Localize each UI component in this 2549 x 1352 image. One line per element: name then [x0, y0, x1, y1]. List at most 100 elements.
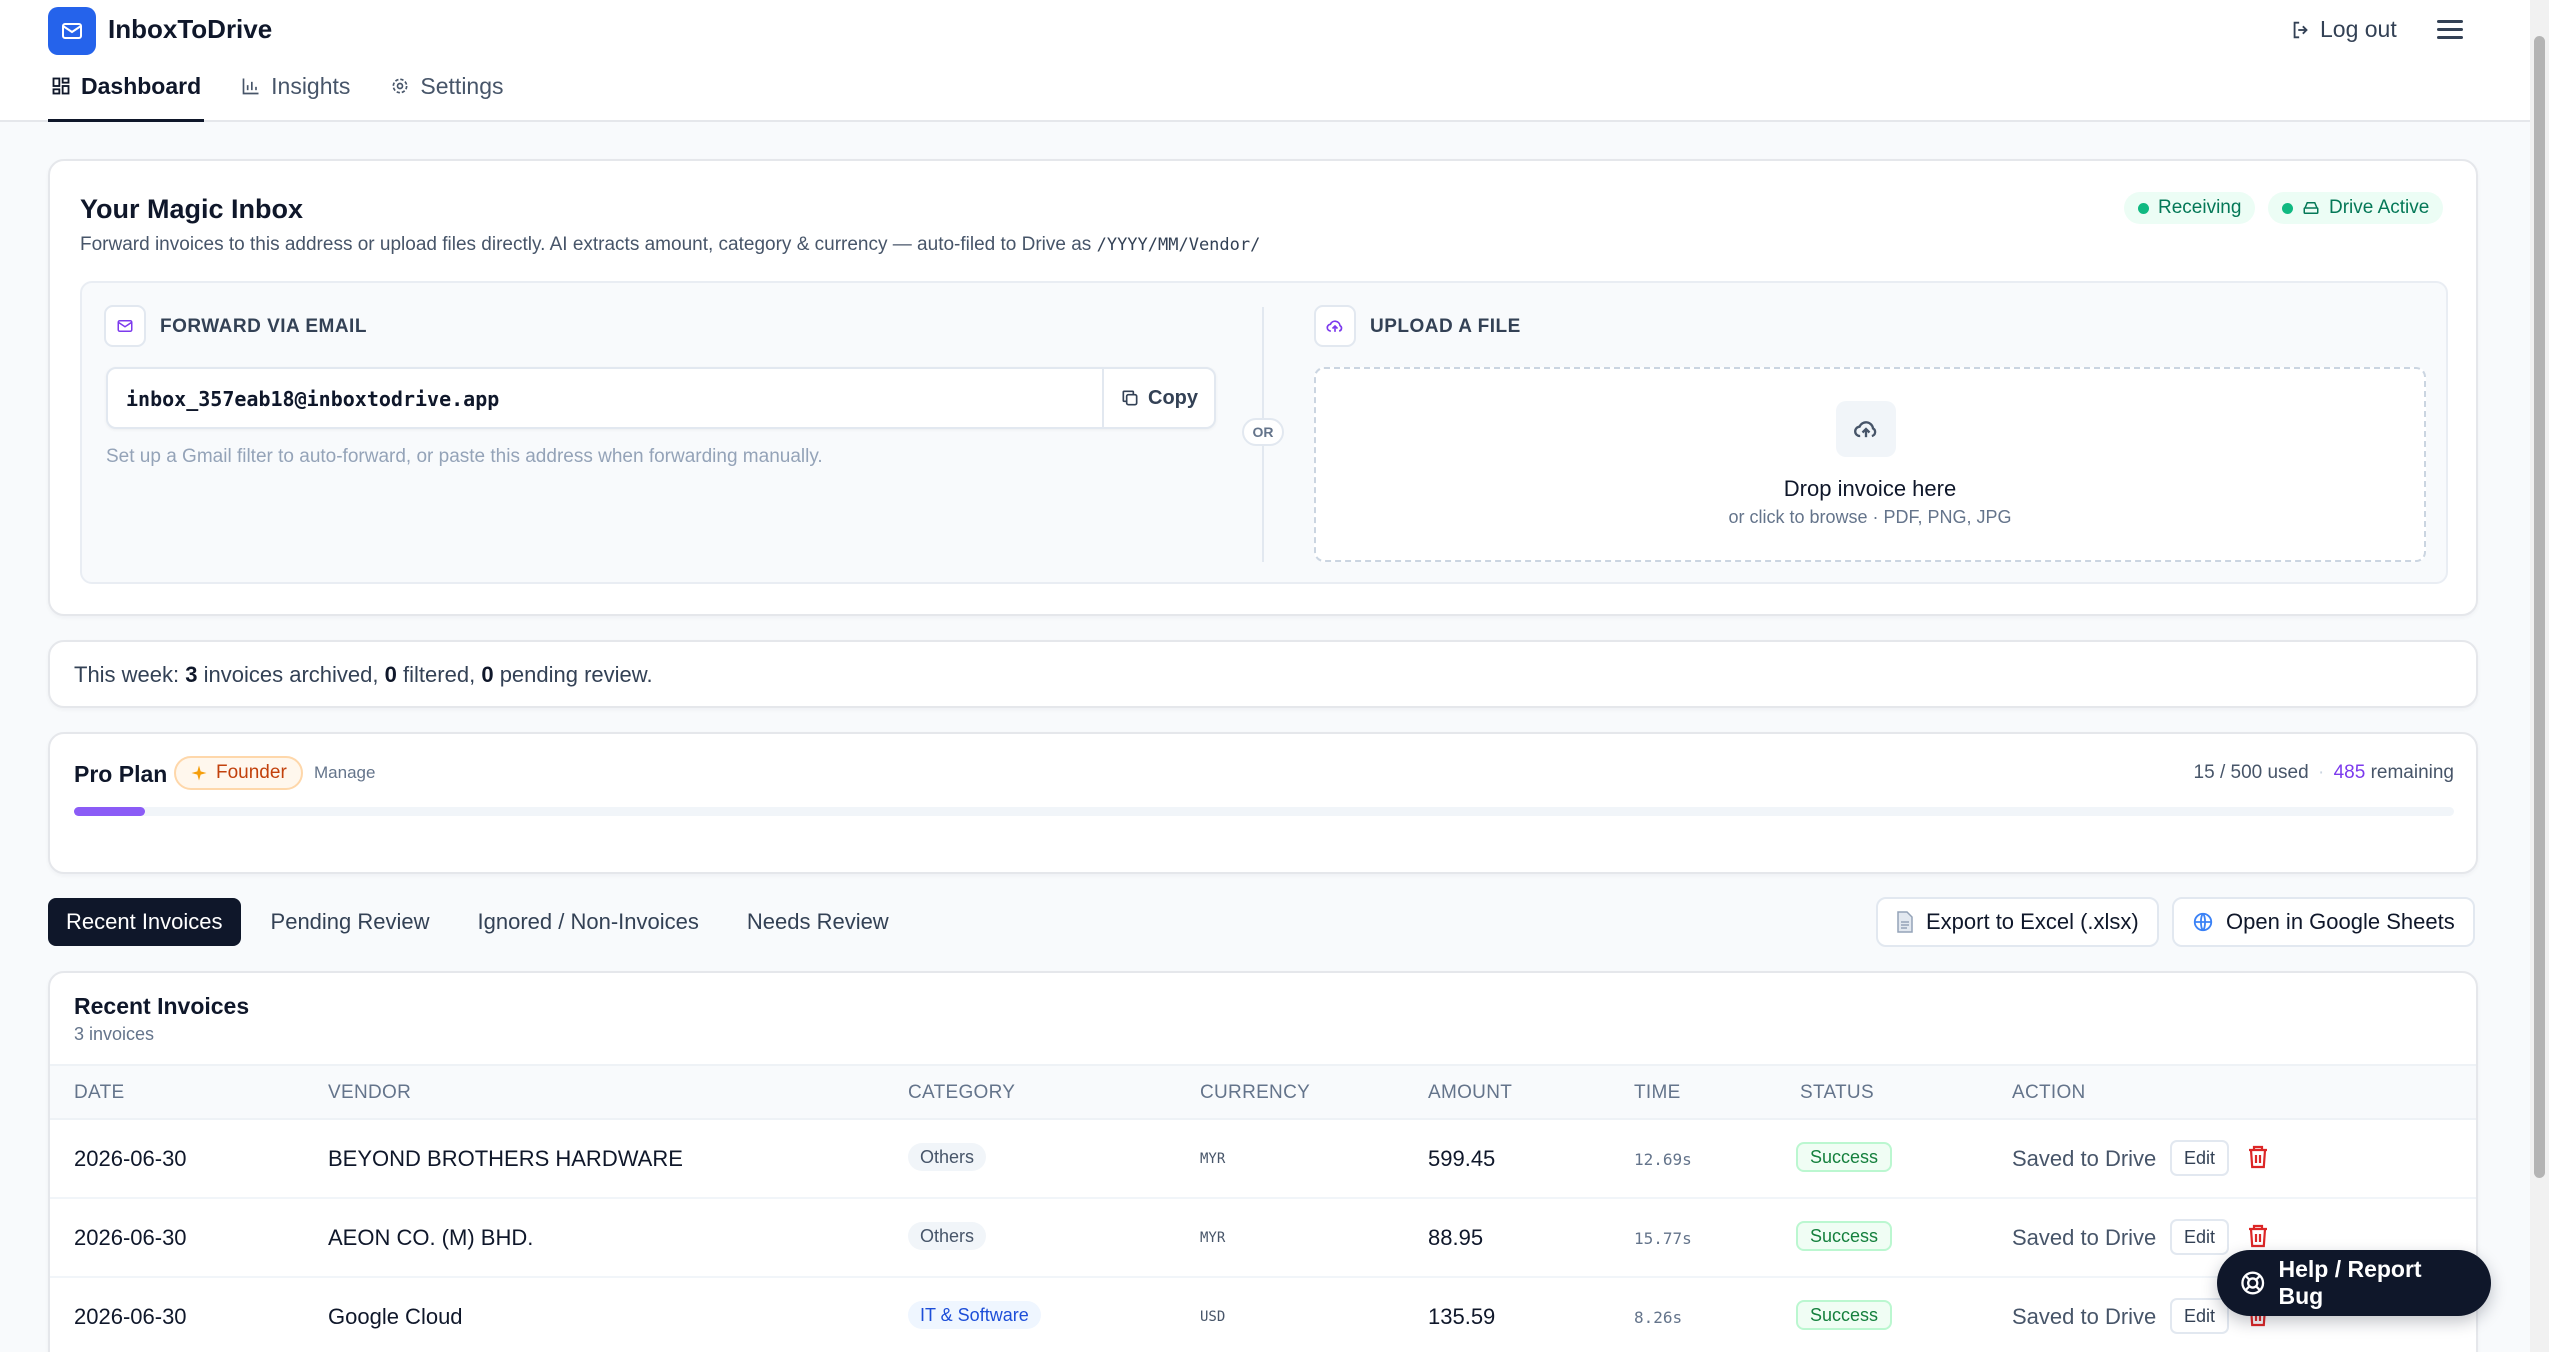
tab-dashboard[interactable]: Dashboard	[48, 60, 205, 122]
drop-title: Drop invoice here	[1783, 476, 1957, 501]
inbox-email-field[interactable]: inbox_357eab18@inboxtodrive.app Copy	[106, 367, 1216, 429]
table-row: 2026-06-30 Google Cloud IT & Software US…	[50, 1278, 2476, 1352]
edit-button[interactable]: Edit	[2170, 1298, 2230, 1334]
plan-card: Pro Plan Founder Manage 15 / 500 used · …	[48, 732, 2478, 874]
gear-icon	[392, 78, 408, 94]
file-drop-zone[interactable]: Drop invoice here or click to browse · P…	[1314, 367, 2426, 562]
col-category[interactable]: CATEGORY	[908, 1082, 1015, 1104]
col-status[interactable]: STATUS	[1800, 1082, 1874, 1104]
tab-needs-review[interactable]: Needs Review	[729, 898, 907, 946]
status-badge: Success	[1796, 1221, 1893, 1251]
tab-ignored[interactable]: Ignored / Non-Invoices	[460, 898, 717, 946]
help-label: Help / Report Bug	[2278, 1256, 2422, 1309]
cell-amount: 135.59	[1428, 1304, 1496, 1329]
cell-time: 12.69s	[1634, 1150, 1692, 1169]
inbox-email-value[interactable]: inbox_357eab18@inboxtodrive.app	[126, 387, 499, 411]
week-summary: This week: 3 invoices archived, 0 filter…	[74, 662, 653, 688]
export-label: Export to Excel (.xlsx)	[1926, 909, 2139, 934]
menu-icon[interactable]	[2437, 16, 2463, 44]
col-action[interactable]: ACTION	[2012, 1082, 2086, 1104]
tab-settings-label: Settings	[420, 72, 504, 99]
magic-inbox-title: Your Magic Inbox	[80, 194, 304, 224]
logout-button[interactable]: Log out	[2290, 16, 2397, 43]
copy-label: Copy	[1148, 386, 1198, 409]
mail-logo-icon	[48, 7, 96, 55]
category-badge: Others	[908, 1222, 987, 1250]
filtered-label: filtered,	[403, 662, 476, 687]
tab-insights-label: Insights	[271, 72, 351, 99]
table-row: 2026-06-30 BEYOND BROTHERS HARDWARE Othe…	[50, 1120, 2476, 1199]
logout-label: Log out	[2320, 16, 2397, 42]
pending-label: pending review.	[499, 662, 653, 687]
lifebuoy-icon	[2241, 1271, 2265, 1295]
copy-button[interactable]: Copy	[1102, 369, 1214, 427]
open-sheets-button[interactable]: Open in Google Sheets	[2172, 897, 2475, 947]
founder-label: Founder	[216, 762, 287, 783]
table-row: 2026-06-30 AEON CO. (M) BHD. Others MYR …	[50, 1199, 2476, 1278]
status-badge: Success	[1796, 1300, 1893, 1330]
tab-insights[interactable]: Insights	[238, 60, 353, 112]
upload-cloud-icon	[1836, 401, 1896, 457]
export-excel-button[interactable]: Export to Excel (.xlsx)	[1876, 897, 2159, 947]
file-icon	[1897, 911, 1913, 933]
copy-icon	[1122, 390, 1138, 406]
cell-currency: MYR	[1200, 1151, 1226, 1167]
main-nav: Dashboard Insights Settings	[48, 60, 541, 122]
cell-date: 2026-06-30	[74, 1304, 187, 1329]
cell-time: 8.26s	[1634, 1308, 1683, 1327]
cell-vendor: Google Cloud	[328, 1304, 463, 1329]
drop-subtitle: or click to browse · PDF, PNG, JPG	[1728, 507, 2012, 527]
tab-dashboard-label: Dashboard	[81, 72, 202, 99]
pending-count: 0	[481, 662, 494, 687]
table-title: Recent Invoices	[74, 993, 250, 1019]
usage-info: 15 / 500 used · 485 remaining	[2194, 762, 2454, 784]
invoice-count: 3 invoices	[74, 1024, 155, 1044]
subtitle-text: Forward invoices to this address or uplo…	[80, 234, 1092, 255]
week-prefix: This week:	[74, 662, 180, 687]
col-currency[interactable]: CURRENCY	[1200, 1082, 1310, 1104]
cell-amount: 599.45	[1428, 1146, 1496, 1171]
cell-action-status: Saved to Drive	[2012, 1146, 2157, 1171]
filtered-count: 0	[384, 662, 397, 687]
cell-date: 2026-06-30	[74, 1146, 187, 1171]
archived-label: invoices archived,	[203, 662, 379, 687]
manage-link[interactable]: Manage	[314, 763, 375, 783]
mail-icon	[104, 305, 146, 347]
col-date[interactable]: DATE	[74, 1082, 124, 1104]
drive-active-badge: Drive Active	[2268, 192, 2444, 224]
help-report-bug-button[interactable]: Help / Report Bug	[2217, 1250, 2491, 1316]
usage-progress-fill	[74, 807, 146, 816]
founder-badge: Founder	[174, 756, 303, 790]
usage-remaining-count: 485	[2333, 762, 2366, 783]
app-title: InboxToDrive	[108, 14, 273, 44]
cell-action-status: Saved to Drive	[2012, 1304, 2157, 1329]
recent-invoices-card: Recent Invoices 3 invoices DATE VENDOR C…	[48, 971, 2478, 1352]
scrollbar[interactable]	[2530, 0, 2549, 1352]
bar-chart-icon	[242, 78, 259, 95]
col-amount[interactable]: AMOUNT	[1428, 1082, 1512, 1104]
drive-icon	[2303, 202, 2319, 214]
top-header: InboxToDrive Log out Dashboard Insights …	[0, 0, 2530, 122]
scrollbar-thumb[interactable]	[2534, 36, 2545, 1178]
or-separator: OR	[1242, 418, 1284, 446]
usage-separator: ·	[2317, 762, 2325, 783]
trash-icon[interactable]	[2246, 1144, 2270, 1175]
tab-settings[interactable]: Settings	[387, 60, 506, 112]
cell-vendor: AEON CO. (M) BHD.	[328, 1225, 534, 1250]
cell-amount: 88.95	[1428, 1225, 1484, 1250]
edit-button[interactable]: Edit	[2170, 1219, 2230, 1255]
logout-icon	[2293, 21, 2308, 38]
status-badge: Success	[1796, 1142, 1893, 1172]
col-vendor[interactable]: VENDOR	[328, 1082, 411, 1104]
edit-button[interactable]: Edit	[2170, 1140, 2230, 1176]
tab-recent-invoices[interactable]: Recent Invoices	[48, 898, 241, 946]
tab-pending-review[interactable]: Pending Review	[253, 898, 448, 946]
category-badge: IT & Software	[908, 1301, 1041, 1329]
cell-currency: USD	[1200, 1309, 1226, 1325]
globe-icon	[2193, 912, 2213, 932]
forward-email-label: FORWARD VIA EMAIL	[160, 316, 367, 337]
sheets-label: Open in Google Sheets	[2226, 909, 2455, 934]
col-time[interactable]: TIME	[1634, 1082, 1681, 1104]
sparkle-icon	[191, 765, 207, 781]
archived-count: 3	[185, 662, 198, 687]
